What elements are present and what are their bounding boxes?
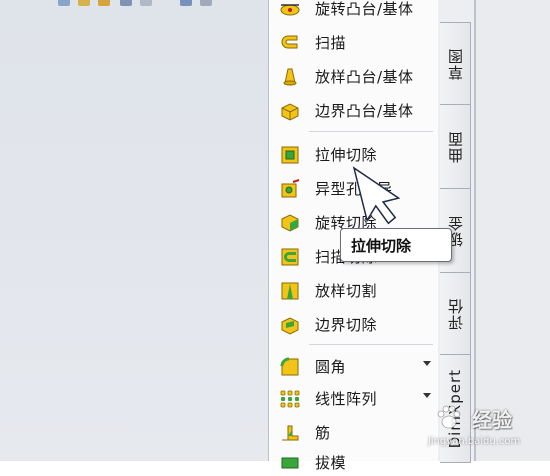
menu-item-loft-boss[interactable]: 放样凸台/基体 [269,62,439,90]
menu-item-label: 旋转凸台/基体 [315,0,414,18]
toolbar-icon[interactable] [180,0,192,6]
tab-label: 评估 [446,298,465,330]
menu-item-linear-pattern[interactable]: 线性阵列 [269,384,439,412]
extruded-cut-icon [281,146,299,164]
menu-separator [309,131,433,132]
toolbar-icon[interactable] [58,0,70,6]
menu-item-label: 线性阵列 [315,390,378,408]
toolbar-icon-strip [0,0,268,14]
right-panel [474,0,550,461]
toolbar-icon[interactable] [98,0,110,6]
toolbar-icon[interactable] [78,0,90,6]
menu-item-boundary-cut[interactable]: 边界切除 [269,310,439,338]
swept-cut-icon [281,248,299,266]
linear-pattern-icon [280,390,300,408]
menu-item-label: 圆角 [315,358,347,376]
menu-item-label: 边界凸台/基体 [315,102,414,120]
menu-item-revolved-boss[interactable]: 旋转凸台/基体 [269,0,439,22]
menu-item-boundary-boss[interactable]: 边界凸台/基体 [269,96,439,124]
fillet-icon [280,357,299,376]
tab-surfaces[interactable]: 曲面 [440,104,471,190]
menu-item-sweep[interactable]: 扫描 [269,28,439,56]
sweep-icon [281,35,298,49]
revolved-cut-icon [281,214,299,232]
tab-sketch[interactable]: 草图 [440,22,471,106]
menu-item-label: 拔模 [315,454,347,472]
rib-icon [282,425,299,441]
menu-item-fillet[interactable]: 圆角 [269,352,439,380]
boundary-cut-icon [281,317,299,335]
menu-item-label: 扫描 [315,34,347,52]
tab-label: 曲面 [446,131,465,163]
revolve-boss-icon [280,4,300,16]
lofted-cut-icon [281,282,299,300]
paw-logo-icon [437,405,461,429]
watermark: 经验 jingyan.baidu.com [424,398,548,458]
graphics-area[interactable] [0,0,268,461]
loft-boss-icon [283,68,297,86]
menu-item-label: 筋 [315,424,331,442]
draft-icon [281,457,299,469]
menu-item-rib[interactable]: 筋 [269,418,439,446]
hole-wizard-icon [281,179,300,198]
menu-item-label: 放样凸台/基体 [315,68,414,86]
tab-label: 草图 [446,48,465,80]
menu-item-label: 边界切除 [315,316,378,334]
menu-separator [309,344,433,345]
watermark-title: 经验 [472,408,512,432]
toolbar-icon[interactable] [140,0,152,6]
toolbar-icon[interactable] [120,0,132,6]
boundary-boss-icon [281,103,299,121]
panel-edge [474,0,476,461]
dropdown-arrow-icon[interactable] [423,361,431,366]
watermark-url: jingyan.baidu.com [428,436,521,447]
tooltip-text: 拉伸切除 [351,237,412,255]
menu-item-lofted-cut[interactable]: 放样切割 [269,276,439,304]
menu-item-draft[interactable]: 拔模 [269,448,439,476]
tooltip: 拉伸切除 [340,228,452,262]
toolbar-icon[interactable] [200,0,212,6]
menu-item-label: 放样切割 [315,282,378,300]
tab-evaluate[interactable]: 评估 [440,272,471,356]
